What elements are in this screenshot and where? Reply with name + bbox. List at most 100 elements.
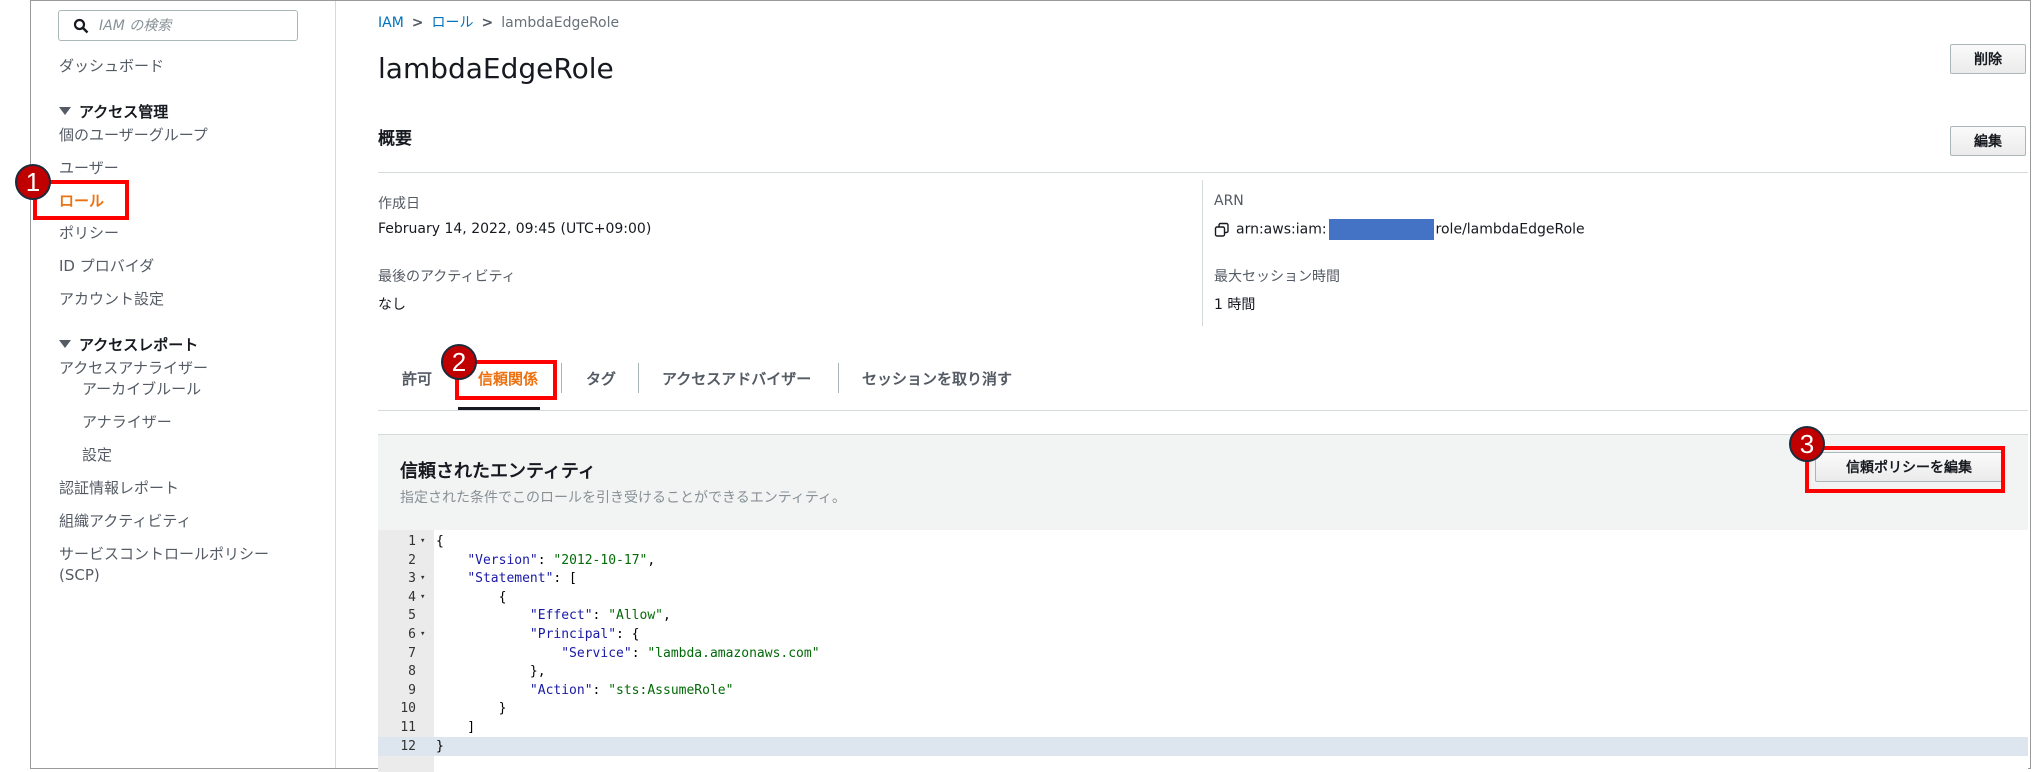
trusted-entities-panel: 信頼されたエンティティ 指定された条件でこのロールを引き受けることができるエンテ… [378, 434, 2028, 772]
nav-section-access-management[interactable]: アクセス管理 [59, 101, 168, 122]
breadcrumb-roles[interactable]: ロール [432, 15, 474, 31]
breadcrumb: IAM > ロール > lambdaEdgeRole [378, 12, 619, 32]
line-number: 8 [408, 664, 416, 680]
fold-toggle-icon[interactable]: ▾ [420, 532, 425, 551]
trusted-entities-description: 指定された条件でこのロールを引き受けることができるエンティティ。 [400, 490, 847, 506]
nav-credential-report[interactable]: 認証情報レポート [59, 477, 179, 498]
code-text: "Principal": { [529, 627, 640, 642]
line-number: 1 [408, 534, 416, 549]
fold-toggle-icon[interactable]: ▾ [420, 588, 425, 607]
search-box[interactable] [58, 10, 298, 41]
line-number: 10 [400, 701, 416, 717]
policy-code-editor[interactable]: 1 ▾{2 "Version": "2012-10-17", 3 ▾ "Stateme… [378, 530, 2028, 772]
chevron-right-icon: > [481, 15, 494, 31]
breadcrumb-current: lambdaEdgeRole [501, 15, 620, 31]
arn-suffix: role/lambdaEdgeRole [1435, 221, 1585, 238]
code-line: 2 "Version": "2012-10-17", [378, 551, 2028, 570]
code-text: "Effect": "Allow", [529, 608, 671, 624]
code-line: 5 "Effect": "Allow", [378, 606, 2028, 625]
summary-column-divider [1202, 180, 1203, 326]
code-line: 10 } [378, 699, 2028, 718]
code-line: 11 ] [378, 718, 2028, 737]
code-text: } [436, 738, 444, 754]
line-number: 4 [408, 589, 416, 605]
code-line: 7 "Service": "lambda.amazonaws.com" [378, 644, 2028, 663]
redacted-account-id [1328, 219, 1434, 240]
code-text: } [436, 701, 507, 717]
code-line: 8 }, [378, 662, 2028, 681]
nav-account-settings[interactable]: アカウント設定 [59, 288, 164, 309]
breadcrumb-iam[interactable]: IAM [378, 15, 404, 31]
nav-scp-line1: サービスコントロールポリシー [59, 545, 270, 563]
created-label: 作成日 [378, 196, 420, 212]
line-number: 7 [408, 645, 416, 661]
tab-permissions[interactable]: 許可 [402, 368, 432, 389]
page-title: lambdaEdgeRole [378, 52, 614, 85]
tabs-divider [378, 410, 2028, 411]
max-session-label: 最大セッション時間 [1214, 269, 1340, 285]
tab-tags[interactable]: タグ [586, 368, 616, 389]
annotation-badge-1: 1 [15, 164, 51, 200]
arn-prefix: arn:aws:iam: [1236, 221, 1327, 238]
code-text: }, [436, 664, 546, 680]
max-session-value: 1 時間 [1214, 297, 1256, 313]
nav-section-label: アクセスレポート [79, 336, 199, 354]
code-line: 1 ▾ { [378, 532, 2028, 551]
nav-org-activity[interactable]: 組織アクティビティ [59, 510, 191, 531]
code-line: 9 "Action": "sts:AssumeRole" [378, 681, 2028, 700]
code-text: ] [436, 720, 476, 735]
nav-users[interactable]: ユーザー [59, 157, 119, 178]
line-number: 6 [408, 627, 416, 642]
tab-separator [561, 363, 562, 393]
tab-separator [838, 363, 839, 393]
nav-scp[interactable]: サービスコントロールポリシー (SCP) [59, 543, 269, 584]
trusted-entities-title: 信頼されたエンティティ [400, 461, 596, 482]
code-text: { [436, 534, 444, 549]
fold-toggle-icon[interactable]: ▾ [420, 569, 425, 588]
created-value: February 14, 2022, 09:45 (UTC+09:00) [378, 221, 652, 237]
nav-user-groups[interactable]: 個のユーザーグループ [59, 124, 208, 145]
code-line: 6 ▾ "Principal": { [378, 625, 2028, 644]
highlight-box-edit-trust [1805, 446, 2005, 493]
code-text: { [436, 589, 507, 605]
copy-icon[interactable] [1214, 222, 1230, 238]
line-number: 11 [400, 720, 416, 735]
line-number: 3 [408, 571, 416, 587]
line-number: 12 [400, 738, 416, 754]
caret-down-icon [59, 106, 71, 115]
code-line: 12} [378, 736, 2028, 756]
last-activity-label: 最後のアクティビティ [378, 269, 516, 285]
line-number: 9 [408, 682, 416, 698]
nav-policies[interactable]: ポリシー [59, 222, 119, 243]
chevron-right-icon: > [411, 15, 424, 31]
line-number: 5 [408, 608, 416, 624]
edit-button[interactable]: 編集 [1950, 126, 2026, 156]
code-text: "Version": "2012-10-17", [467, 552, 656, 568]
nav-section-label: アクセス管理 [79, 103, 169, 121]
nav-scp-line2: (SCP) [59, 566, 100, 584]
nav-identity-providers[interactable]: ID プロバイダ [59, 255, 154, 276]
summary-divider [378, 172, 2028, 173]
nav-dashboard[interactable]: ダッシュボード [59, 55, 164, 76]
tab-access-advisor[interactable]: アクセスアドバイザー [662, 368, 811, 389]
tab-separator [638, 363, 639, 393]
caret-down-icon [59, 339, 71, 348]
nav-access-analyzer[interactable]: アクセスアナライザー [59, 357, 208, 378]
line-number: 2 [408, 552, 416, 568]
annotation-badge-3: 3 [1789, 426, 1825, 462]
fold-toggle-icon[interactable]: ▾ [420, 625, 425, 644]
search-icon [73, 18, 89, 33]
nav-analyzers[interactable]: アナライザー [82, 411, 172, 432]
nav-analyzer-settings[interactable]: 設定 [82, 444, 112, 465]
arn-value: arn:aws:iam: role/lambdaEdgeRole [1214, 219, 1585, 240]
summary-heading: 概要 [378, 129, 412, 149]
code-line: 3 ▾ "Statement": [ [378, 569, 2028, 588]
nav-section-access-reports[interactable]: アクセスレポート [59, 334, 198, 355]
arn-label: ARN [1214, 193, 1244, 209]
search-input[interactable] [97, 16, 281, 35]
annotation-badge-2: 2 [441, 344, 477, 380]
nav-archive-rules[interactable]: アーカイブルール [82, 378, 201, 399]
delete-button[interactable]: 削除 [1950, 44, 2026, 74]
code-text: "Statement": [ [467, 571, 577, 587]
tab-revoke-sessions[interactable]: セッションを取り消す [862, 368, 1012, 389]
